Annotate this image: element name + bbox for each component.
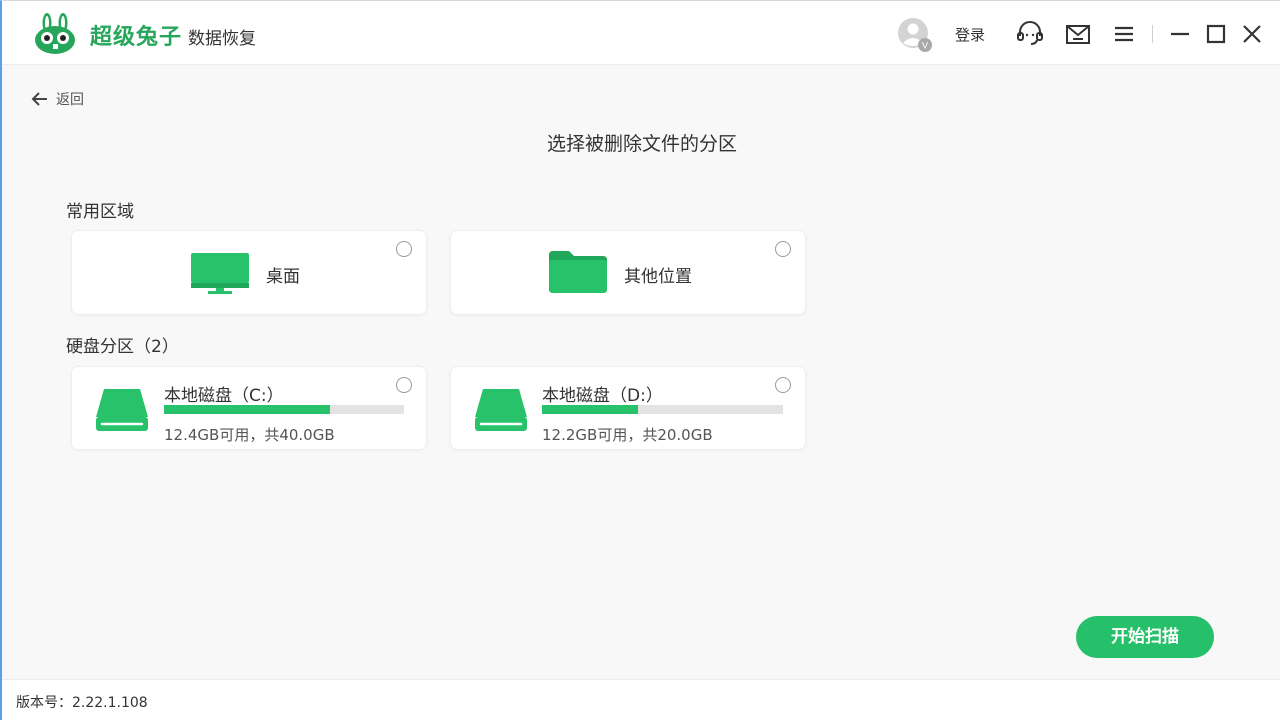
- disk-capacity: 12.2GB可用，共20.0GB: [542, 426, 713, 444]
- location-label: 桌面: [266, 267, 300, 287]
- location-label: 其他位置: [624, 267, 692, 287]
- back-button[interactable]: 返回: [30, 89, 84, 109]
- brand-name: 超级兔子: [90, 24, 183, 50]
- radio-disk-c[interactable]: [396, 377, 412, 393]
- minimize-icon[interactable]: [1166, 20, 1194, 48]
- start-scan-button[interactable]: 开始扫描: [1076, 616, 1214, 658]
- radio-desktop[interactable]: [396, 241, 412, 257]
- disk-capacity: 12.4GB可用，共40.0GB: [164, 426, 335, 444]
- disk-card-c[interactable]: 本地磁盘（C:） 12.4GB可用，共40.0GB: [72, 367, 426, 449]
- customer-service-icon[interactable]: [1016, 20, 1044, 48]
- monitor-icon: [191, 253, 249, 294]
- title-bar: 超级兔子 数据恢复 V 登录: [2, 1, 1280, 65]
- avatar-icon[interactable]: V: [897, 17, 933, 53]
- back-label: 返回: [56, 92, 84, 108]
- disk-usage-bar: [164, 405, 404, 414]
- app-window: 超级兔子 数据恢复 V 登录 返回 选择被删除文件的分区 常用区域 桌面 其他位…: [0, 0, 1280, 720]
- titlebar-divider: [1152, 25, 1153, 43]
- common-section-label: 常用区域: [66, 202, 134, 222]
- folder-icon: [549, 251, 607, 293]
- disk-usage-fill: [164, 405, 330, 414]
- message-icon[interactable]: [1064, 20, 1092, 48]
- radio-other-location[interactable]: [775, 241, 791, 257]
- disk-name: 本地磁盘（D:）: [542, 386, 663, 406]
- version-label: 版本号：2.22.1.108: [16, 695, 148, 711]
- menu-icon[interactable]: [1110, 20, 1138, 48]
- disk-name: 本地磁盘（C:）: [164, 386, 284, 406]
- location-card-desktop[interactable]: 桌面: [72, 231, 426, 314]
- radio-disk-d[interactable]: [775, 377, 791, 393]
- location-card-other[interactable]: 其他位置: [451, 231, 805, 314]
- brand-subtitle: 数据恢复: [188, 29, 257, 49]
- hard-disk-icon: [475, 389, 527, 431]
- footer: 版本号：2.22.1.108: [2, 679, 1280, 720]
- hard-disk-icon: [96, 389, 148, 431]
- avatar-badge: V: [922, 41, 928, 51]
- arrow-left-icon: [31, 92, 47, 106]
- disk-usage-bar: [542, 405, 783, 414]
- disk-section-label: 硬盘分区（2）: [66, 337, 179, 357]
- close-icon[interactable]: [1238, 20, 1266, 48]
- maximize-icon[interactable]: [1202, 20, 1230, 48]
- disk-usage-fill: [542, 405, 639, 414]
- rabbit-logo-icon: [35, 13, 75, 54]
- page-title: 选择被删除文件的分区: [546, 133, 737, 155]
- login-link[interactable]: 登录: [955, 24, 985, 45]
- brand: 超级兔子 数据恢复: [90, 19, 257, 50]
- disk-card-d[interactable]: 本地磁盘（D:） 12.2GB可用，共20.0GB: [451, 367, 805, 449]
